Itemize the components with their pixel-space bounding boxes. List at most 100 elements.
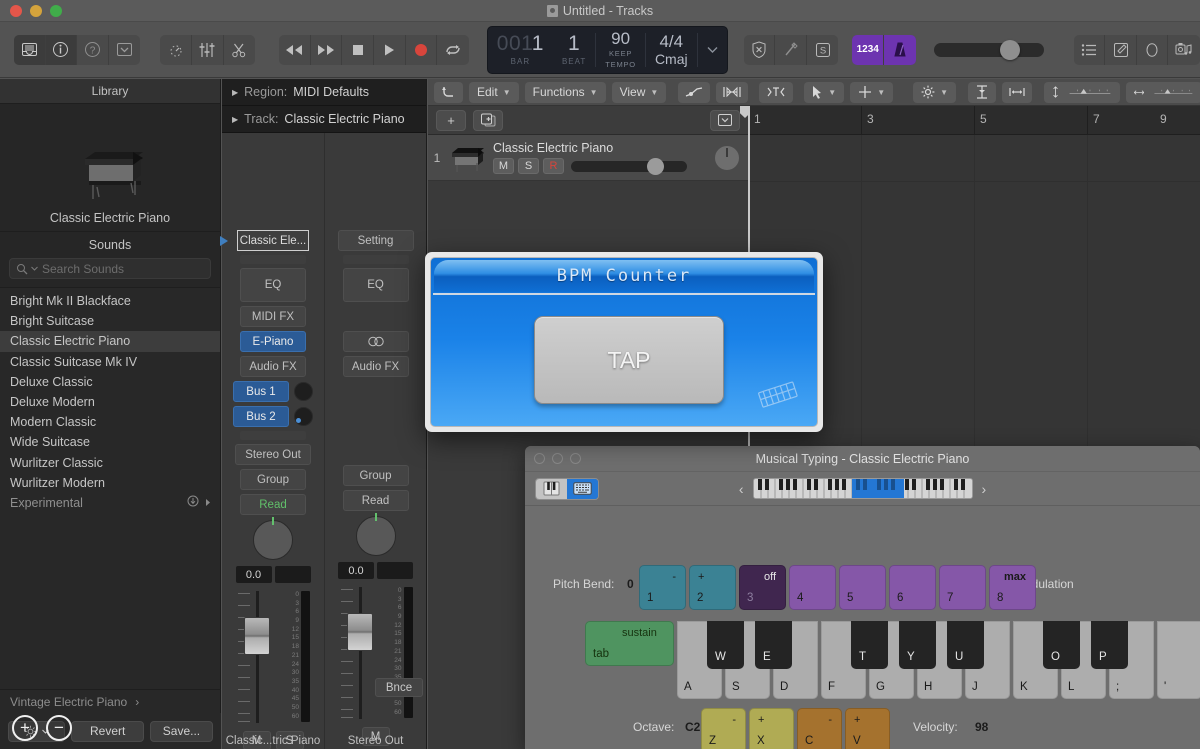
library-item[interactable]: Deluxe Modern xyxy=(0,392,220,412)
keyboard-range-selector[interactable]: ‹ › xyxy=(728,478,998,499)
volume-value[interactable]: 0.0 xyxy=(235,566,272,583)
track-solo-button[interactable]: S xyxy=(518,158,539,174)
track-parameters-row[interactable]: ▶ Track: Classic Electric Piano xyxy=(222,106,426,133)
loops-icon[interactable] xyxy=(1137,34,1169,65)
pitch-bend-up-key[interactable]: + 2 xyxy=(689,565,736,610)
quick-help-icon[interactable]: ? xyxy=(77,34,109,65)
musical-typing-window[interactable]: Musical Typing - Classic Electric Piano … xyxy=(525,446,1200,749)
pan-knob[interactable] xyxy=(253,517,293,560)
list-editors-icon[interactable] xyxy=(1074,34,1106,65)
undo-arrow-icon[interactable] xyxy=(434,81,463,103)
volume-value[interactable]: 0.0 xyxy=(338,562,374,579)
audio-fx-slot[interactable]: Audio FX xyxy=(342,356,409,377)
library-item[interactable]: Classic Suitcase Mk IV xyxy=(0,352,220,372)
settings-gear-icon[interactable]: ▼ xyxy=(913,81,957,103)
zoom-in-button[interactable]: + xyxy=(12,715,38,741)
audio-fx-slot[interactable]: Audio FX xyxy=(240,356,306,377)
library-item[interactable]: Deluxe Classic xyxy=(0,372,220,392)
library-item-selected[interactable]: Classic Electric Piano xyxy=(0,331,220,352)
fader-handle[interactable] xyxy=(346,613,373,651)
toolbar-menu-icon[interactable] xyxy=(109,35,141,65)
smart-controls-icon[interactable] xyxy=(160,34,192,65)
tuner-icon[interactable] xyxy=(775,34,807,65)
forward-button[interactable] xyxy=(311,34,343,65)
piano-key-black[interactable]: E xyxy=(755,621,792,669)
volume-fader[interactable] xyxy=(236,589,278,727)
metronome-icon[interactable] xyxy=(884,34,916,65)
vertical-zoom-icon[interactable] xyxy=(1044,81,1121,103)
modulation-max-key[interactable]: max 8 xyxy=(989,565,1036,610)
track-pan-knob[interactable] xyxy=(714,144,740,171)
piano-view-icon[interactable] xyxy=(536,478,567,499)
duplicate-track-icon[interactable] xyxy=(473,109,503,131)
flex-icon[interactable] xyxy=(716,81,749,103)
range-prev-button[interactable]: ‹ xyxy=(739,481,744,497)
midi-fx-slot[interactable]: MIDI FX xyxy=(240,306,306,327)
add-track-button[interactable]: + xyxy=(436,109,466,131)
eq-slot[interactable]: EQ xyxy=(240,268,306,302)
media-browser-icon[interactable] xyxy=(1168,35,1200,65)
volume-fader[interactable] xyxy=(339,585,381,723)
setting-slot[interactable] xyxy=(240,255,306,264)
modulation-off-key[interactable]: off 3 xyxy=(739,565,786,610)
catch-playhead-icon[interactable] xyxy=(968,81,997,103)
octave-up-key[interactable]: + X xyxy=(749,708,794,749)
automation-mode-button[interactable]: Read xyxy=(342,490,409,511)
library-path[interactable]: Vintage Electric Piano › xyxy=(0,689,221,713)
master-volume-knob[interactable] xyxy=(999,39,1020,60)
library-item[interactable]: Wide Suitcase xyxy=(0,432,220,452)
bpm-counter-window[interactable]: BPM Counter TAP xyxy=(425,252,823,432)
eq-slot[interactable]: EQ xyxy=(342,268,409,302)
lcd-expand-chevron-icon[interactable] xyxy=(698,27,727,73)
send-slot-bus1[interactable]: Bus 1 xyxy=(233,381,289,402)
empty-send-slot[interactable] xyxy=(240,431,306,440)
download-icon[interactable] xyxy=(187,495,220,510)
setting-button[interactable]: Setting xyxy=(337,230,414,251)
automation-mode-button[interactable]: Read xyxy=(240,494,306,515)
pitch-bend-down-key[interactable]: - 1 xyxy=(639,565,686,610)
count-in-button[interactable]: 1234 xyxy=(852,34,885,65)
piano-key-black[interactable]: P xyxy=(1091,621,1128,669)
tap-button[interactable]: TAP xyxy=(534,316,724,404)
instrument-slot[interactable]: E-Piano xyxy=(240,331,306,352)
piano-key-white[interactable]: ' xyxy=(1157,621,1200,699)
track-list-menu-icon[interactable] xyxy=(710,109,740,131)
library-item[interactable]: Bright Suitcase xyxy=(0,311,220,331)
play-button[interactable] xyxy=(374,34,406,65)
zoom-out-button[interactable]: − xyxy=(46,715,72,741)
track-volume-handle[interactable] xyxy=(647,157,664,175)
revert-button[interactable]: Revert xyxy=(71,720,144,742)
track-record-button[interactable]: R xyxy=(543,158,564,174)
disclosure-triangle-icon[interactable]: ▶ xyxy=(232,115,238,124)
editors-icon[interactable] xyxy=(224,35,256,65)
send-level-knob[interactable] xyxy=(294,382,313,401)
piano-key-black[interactable]: U xyxy=(947,621,984,669)
lcd-tempo[interactable]: 90 KEEP TEMPO xyxy=(596,27,645,73)
modulation-key-4[interactable]: 4 xyxy=(789,565,836,610)
pointer-tool-icon[interactable]: ▼ xyxy=(804,81,845,103)
solo-icon[interactable]: S xyxy=(807,35,839,65)
stop-button[interactable] xyxy=(342,34,375,65)
inspector-toggle-icon[interactable] xyxy=(45,34,78,65)
view-menu[interactable]: View ▼ xyxy=(611,81,667,103)
sustain-key[interactable]: sustain tab xyxy=(585,621,674,666)
low-latency-icon[interactable] xyxy=(744,34,776,65)
fit-screen-icon[interactable] xyxy=(1002,81,1033,103)
velocity-down-key[interactable]: - C xyxy=(797,708,842,749)
modulation-key-5[interactable]: 5 xyxy=(839,565,886,610)
piano-key-black[interactable]: Y xyxy=(899,621,936,669)
track-header[interactable]: 1 Classic Electric Piano M S R xyxy=(428,135,748,181)
group-slot[interactable]: Group xyxy=(240,469,306,490)
output-slot[interactable]: Stereo Out xyxy=(235,444,311,465)
setting-slot[interactable] xyxy=(342,255,409,264)
functions-menu[interactable]: Functions ▼ xyxy=(524,81,606,103)
library-item[interactable]: Bright Mk II Blackface xyxy=(0,291,220,311)
library-item-experimental[interactable]: Experimental xyxy=(0,493,220,513)
marquee-tool-icon[interactable]: ▼ xyxy=(850,81,894,103)
horizontal-zoom-icon[interactable] xyxy=(1126,81,1200,103)
automation-icon[interactable] xyxy=(678,81,711,103)
rewind-button[interactable] xyxy=(279,34,311,65)
save-button[interactable]: Save... xyxy=(149,720,213,742)
search-sounds-input[interactable]: Search Sounds xyxy=(9,258,211,279)
velocity-up-key[interactable]: + V xyxy=(845,708,890,749)
